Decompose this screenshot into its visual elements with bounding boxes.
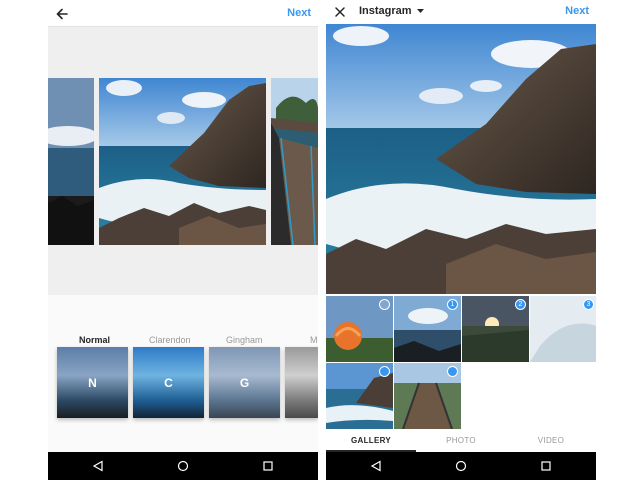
gallery-thumb[interactable]: 1 [394, 296, 461, 362]
selection-indicator[interactable]: 2 [515, 299, 526, 310]
filter-thumb-gingham[interactable]: G [209, 347, 280, 418]
filter-thumb-normal[interactable]: N [57, 347, 128, 418]
source-tabs: GALLERY PHOTO VIDEO [326, 430, 596, 452]
photo-carousel[interactable] [48, 27, 318, 295]
gallery-screen: Instagram Next 1 2 3 GALLERY PHOTO VIDEO [326, 0, 596, 480]
back-arrow-icon[interactable] [52, 4, 72, 24]
filter-thumb-clarendon[interactable]: C [133, 347, 204, 418]
selection-indicator[interactable]: 3 [583, 299, 594, 310]
selection-indicator[interactable]: 1 [447, 299, 458, 310]
tab-video[interactable]: VIDEO [506, 436, 596, 445]
carousel-photo-previous[interactable] [48, 78, 94, 245]
android-nav-bar [326, 452, 596, 480]
top-bar: Next [48, 0, 318, 27]
filter-label-clarendon: Clarendon [149, 335, 191, 345]
selection-indicator[interactable] [379, 366, 390, 377]
filter-strip: Normal Clarendon Gingham Mo N C G [48, 295, 318, 452]
filter-label-partial: Mo [310, 335, 318, 345]
close-icon[interactable] [330, 2, 350, 22]
gallery-thumb[interactable] [394, 363, 461, 429]
tab-photo[interactable]: PHOTO [416, 436, 506, 445]
album-selector[interactable]: Instagram [359, 5, 424, 17]
gallery-thumb[interactable]: 2 [462, 296, 529, 362]
android-nav-bar [48, 452, 318, 480]
filter-thumb-partial[interactable] [285, 347, 318, 418]
caret-down-icon [416, 8, 424, 13]
selection-indicator[interactable] [447, 366, 458, 377]
filter-screen: Next Normal Clarendon Gingham M N C G [48, 0, 318, 480]
nav-recents-icon[interactable] [261, 459, 275, 473]
next-button[interactable]: Next [287, 7, 311, 19]
filter-thumb-letter: N [88, 375, 97, 390]
nav-home-icon[interactable] [454, 459, 468, 473]
selected-photo-preview[interactable] [326, 24, 596, 294]
nav-back-icon[interactable] [91, 459, 105, 473]
filter-label-normal: Normal [79, 335, 111, 345]
album-title: Instagram [359, 5, 412, 17]
nav-back-icon[interactable] [369, 459, 383, 473]
filter-thumb-letter: G [239, 375, 250, 390]
nav-recents-icon[interactable] [539, 459, 553, 473]
top-bar: Instagram Next [326, 0, 596, 24]
gallery-thumb[interactable] [326, 363, 393, 429]
carousel-photo-current[interactable] [99, 78, 266, 245]
selection-indicator[interactable] [379, 299, 390, 310]
gallery-thumb[interactable]: 3 [530, 296, 596, 362]
tab-gallery[interactable]: GALLERY [326, 436, 416, 445]
nav-home-icon[interactable] [176, 459, 190, 473]
filter-label-gingham: Gingham [226, 335, 263, 345]
filter-thumb-letter: C [164, 375, 173, 390]
gallery-thumb[interactable] [326, 296, 393, 362]
carousel-photo-next[interactable] [271, 78, 318, 245]
next-button[interactable]: Next [565, 5, 589, 17]
